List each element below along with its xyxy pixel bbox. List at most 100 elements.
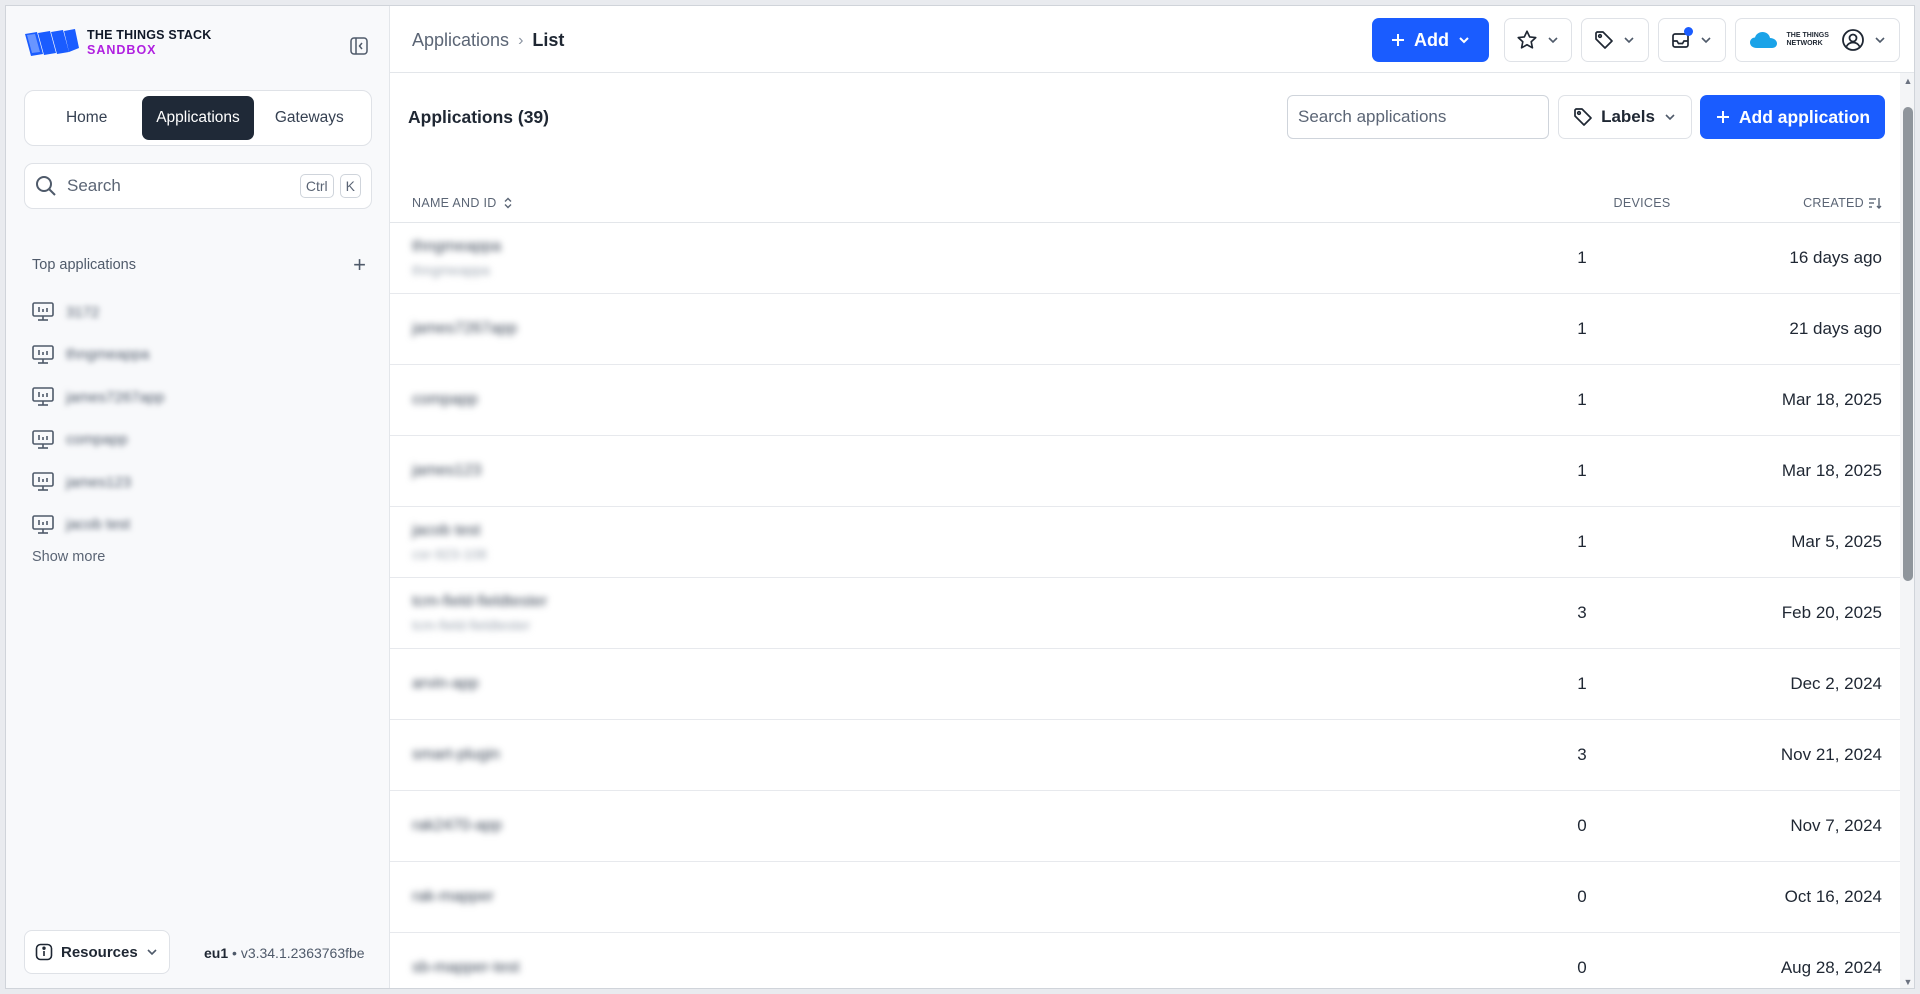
app-devices: 1	[1577, 248, 1587, 267]
user-menu-button[interactable]: THE THINGS NETWORK	[1735, 18, 1900, 62]
app-devices: 0	[1577, 958, 1587, 977]
row-name-cell: jacob test csr-923-108	[412, 522, 1522, 562]
logo-text: THE THINGS STACK SANDBOX	[87, 28, 212, 58]
table-row[interactable]: thngmeappa thngmeappa 1 16 days ago	[390, 223, 1900, 294]
table-row[interactable]: james123 1 Mar 18, 2025	[390, 436, 1900, 507]
top-app-item[interactable]: jacob test	[32, 504, 332, 547]
main-scrollbar[interactable]: ▲ ▼	[1900, 73, 1914, 988]
version-region: eu1	[204, 945, 229, 961]
breadcrumb-current: List	[532, 30, 565, 50]
app-name: thngmeappa	[412, 238, 501, 255]
add-top-app-plus-icon[interactable]: +	[353, 254, 366, 276]
app-name: james7267app	[412, 320, 517, 337]
info-icon	[35, 943, 53, 961]
column-name-label: NAME AND ID	[412, 195, 497, 210]
row-name-cell: rak-mapper	[412, 888, 1522, 906]
app-name: tcm-field-fieldtester	[412, 593, 548, 610]
table-row[interactable]: rak2470-app 0 Nov 7, 2024	[390, 791, 1900, 862]
application-icon	[32, 429, 54, 449]
notification-badge	[1684, 27, 1693, 36]
sort-icon	[504, 197, 512, 208]
top-app-name: james123	[66, 473, 132, 491]
application-icon	[32, 387, 54, 407]
chevron-down-icon	[1874, 37, 1885, 44]
column-name-and-id[interactable]: NAME AND ID	[412, 196, 1582, 210]
top-app-name: jacob test	[66, 516, 131, 534]
resources-button[interactable]: Resources	[24, 930, 170, 974]
row-name-cell: james7267app	[412, 320, 1522, 338]
tts-logo-icon	[25, 29, 79, 56]
table-row[interactable]: james7267app 1 21 days ago	[390, 294, 1900, 365]
main-nav-tabs: Home Applications Gateways	[24, 90, 372, 146]
tab-home[interactable]: Home	[31, 96, 142, 140]
app-devices: 0	[1577, 816, 1587, 835]
top-app-item[interactable]: james123	[32, 461, 332, 504]
top-app-item[interactable]: james7267app	[32, 376, 332, 419]
notifications-button[interactable]	[1658, 18, 1726, 62]
search-applications-input[interactable]: Search applications	[1287, 95, 1549, 139]
top-app-name: compapp	[66, 431, 128, 449]
breadcrumb-applications[interactable]: Applications	[412, 30, 509, 51]
app-created: Nov 21, 2024	[1780, 745, 1882, 764]
sidebar-search[interactable]: Search Ctrl K	[24, 163, 372, 209]
show-more-link[interactable]: Show more	[32, 549, 105, 565]
tab-applications[interactable]: Applications	[142, 96, 254, 140]
main-content: Applications (39) Search applications La…	[390, 73, 1900, 988]
table-row[interactable]: smart-plugin 3 Nov 21, 2024	[390, 720, 1900, 791]
column-devices[interactable]: DEVICES	[1582, 196, 1702, 210]
add-application-button[interactable]: Add application	[1700, 95, 1885, 139]
star-icon	[1517, 30, 1537, 49]
app-devices: 1	[1577, 390, 1587, 409]
top-app-item[interactable]: compapp	[32, 419, 332, 462]
inbox-icon-wrap	[1671, 27, 1693, 50]
application-icon	[32, 472, 54, 492]
app-devices: 1	[1577, 532, 1587, 551]
table-row[interactable]: sb-mapper-test 0 Aug 28, 2024	[390, 933, 1900, 988]
chevron-down-icon	[1665, 114, 1675, 121]
sidebar-collapse-button[interactable]	[349, 36, 369, 56]
labels-button-label: Labels	[1601, 107, 1655, 126]
row-name-cell: rak2470-app	[412, 817, 1522, 835]
top-app-item[interactable]: 3172	[32, 291, 332, 334]
top-app-name: thngmeappa	[66, 346, 150, 364]
scroll-down-arrow[interactable]: ▼	[1903, 977, 1913, 987]
sidebar-search-placeholder: Search	[67, 176, 121, 195]
logo-line2: SANDBOX	[87, 43, 157, 57]
tab-gateways[interactable]: Gateways	[254, 96, 365, 140]
top-apps-header: Top applications +	[32, 254, 366, 276]
chevron-down-icon	[1624, 37, 1634, 44]
search-applications-placeholder: Search applications	[1298, 107, 1447, 126]
app-window: THE THINGS STACK SANDBOX Home Applicatio…	[5, 5, 1915, 989]
table-row[interactable]: jacob test csr-923-108 1 Mar 5, 2025	[390, 507, 1900, 578]
top-apps-title: Top applications	[32, 257, 136, 273]
resources-label: Resources	[61, 943, 138, 961]
scroll-up-arrow[interactable]: ▲	[1903, 76, 1913, 86]
table-header: NAME AND ID DEVICES CREATED	[390, 183, 1900, 223]
app-id: csr-923-108	[412, 546, 487, 562]
tags-button[interactable]	[1581, 18, 1649, 62]
app-created: Oct 16, 2024	[1784, 887, 1882, 906]
table-row[interactable]: arvin-app 1 Dec 2, 2024	[390, 649, 1900, 720]
scrollbar-thumb[interactable]	[1903, 107, 1913, 581]
add-dropdown-button[interactable]: Add	[1372, 18, 1489, 62]
row-name-cell: arvin-app	[412, 675, 1522, 693]
tts-logo[interactable]: THE THINGS STACK SANDBOX	[23, 28, 212, 58]
add-button-label: Add	[1414, 29, 1449, 50]
table-row[interactable]: rak-mapper 0 Oct 16, 2024	[390, 862, 1900, 933]
table-row[interactable]: compapp 1 Mar 18, 2025	[390, 365, 1900, 436]
app-created: Mar 18, 2025	[1781, 390, 1882, 409]
app-name: arvin-app	[412, 675, 479, 692]
table-row[interactable]: tcm-field-fieldtester tcm-field-fieldtest…	[390, 578, 1900, 649]
column-created[interactable]: CREATED	[1762, 196, 1882, 210]
page-title: Applications (39)	[408, 107, 549, 127]
top-app-name: 3172	[66, 303, 100, 321]
chevron-down-icon	[1459, 37, 1469, 44]
application-icon	[32, 302, 54, 322]
labels-filter-button[interactable]: Labels	[1558, 95, 1692, 139]
app-created: Aug 28, 2024	[1780, 958, 1882, 977]
tag-icon	[1595, 31, 1613, 49]
version-number: v3.34.1.2363763fbe	[240, 945, 365, 961]
top-app-item[interactable]: thngmeappa	[32, 334, 332, 377]
app-name: sb-mapper-test	[412, 959, 520, 976]
bookmarks-button[interactable]	[1504, 18, 1572, 62]
